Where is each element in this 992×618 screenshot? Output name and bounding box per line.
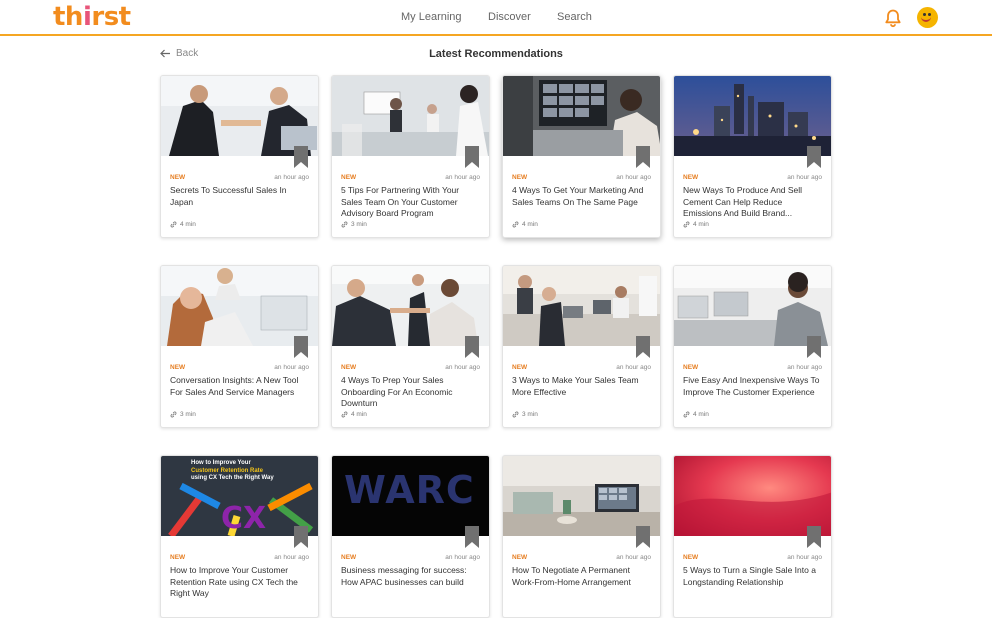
article-card[interactable]: NEW an hour ago 4 Ways To Get Your Market… <box>502 75 661 238</box>
timestamp: an hour ago <box>274 554 309 561</box>
link-icon <box>683 221 690 228</box>
new-badge: NEW <box>683 554 699 561</box>
article-thumbnail: WARC <box>332 456 489 536</box>
article-title: 3 Ways to Make Your Sales Team More Effe… <box>512 375 639 397</box>
new-badge: NEW <box>341 364 357 371</box>
new-badge: NEW <box>683 174 699 181</box>
timestamp: an hour ago <box>616 364 651 371</box>
new-badge: NEW <box>170 364 186 371</box>
new-badge: NEW <box>512 364 528 371</box>
bookmark-icon[interactable] <box>464 336 480 358</box>
read-duration: 3 min <box>512 411 538 418</box>
link-icon <box>512 221 519 228</box>
article-card[interactable]: NEW an hour ago 5 Tips For Partnering Wit… <box>331 75 490 238</box>
new-badge: NEW <box>683 364 699 371</box>
timestamp: an hour ago <box>787 554 822 561</box>
bell-icon[interactable] <box>883 8 903 28</box>
bookmark-icon[interactable] <box>806 526 822 548</box>
page-title: Latest Recommendations <box>429 48 563 60</box>
article-thumbnail <box>161 266 318 346</box>
bookmark-icon[interactable] <box>806 146 822 168</box>
avatar[interactable] <box>917 7 938 28</box>
article-card[interactable]: NEW an hour ago 4 Ways To Prep Your Sales… <box>331 265 490 428</box>
link-icon <box>341 221 348 228</box>
article-title: 5 Tips For Partnering With Your Sales Te… <box>341 185 460 218</box>
read-duration: 3 min <box>170 411 196 418</box>
article-thumbnail <box>674 76 831 156</box>
bookmark-icon[interactable] <box>464 526 480 548</box>
bookmark-icon[interactable] <box>635 336 651 358</box>
timestamp: an hour ago <box>274 364 309 371</box>
new-badge: NEW <box>341 174 357 181</box>
link-icon <box>341 411 348 418</box>
article-card[interactable]: WARC NEW an hour ago Business messaging f… <box>331 455 490 618</box>
thumbnail-caption: How to Improve Your Customer Retention Ra… <box>191 460 274 481</box>
bookmark-icon[interactable] <box>293 146 309 168</box>
article-thumbnail <box>332 266 489 346</box>
article-card[interactable]: CX How to Improve Your Customer Retention… <box>160 455 319 618</box>
article-title: How to Improve Your Customer Retention R… <box>170 565 298 598</box>
warc-logo: WARC <box>344 468 475 512</box>
read-duration: 4 min <box>512 221 538 228</box>
new-badge: NEW <box>512 554 528 561</box>
new-badge: NEW <box>170 174 186 181</box>
link-icon <box>512 411 519 418</box>
timestamp: an hour ago <box>445 174 480 181</box>
article-thumbnail <box>161 76 318 156</box>
article-thumbnail <box>503 456 660 536</box>
bookmark-icon[interactable] <box>293 526 309 548</box>
article-card[interactable]: NEW an hour ago Conversation Insights: A … <box>160 265 319 428</box>
timestamp: an hour ago <box>787 174 822 181</box>
main-nav: My Learning Discover Search <box>0 11 992 27</box>
article-title: 4 Ways To Get Your Marketing And Sales T… <box>512 185 644 207</box>
article-card[interactable]: NEW an hour ago Five Easy And Inexpensive… <box>673 265 832 428</box>
timestamp: an hour ago <box>445 554 480 561</box>
top-bar: thirst My Learning Discover Search <box>0 0 992 36</box>
link-icon <box>683 411 690 418</box>
article-card[interactable]: NEW an hour ago New Ways To Produce And S… <box>673 75 832 238</box>
new-badge: NEW <box>170 554 186 561</box>
bookmark-icon[interactable] <box>635 146 651 168</box>
nav-search[interactable]: Search <box>557 11 592 23</box>
timestamp: an hour ago <box>445 364 480 371</box>
read-duration: 4 min <box>683 411 709 418</box>
new-badge: NEW <box>512 174 528 181</box>
nav-my-learning[interactable]: My Learning <box>401 11 462 23</box>
article-thumbnail <box>503 266 660 346</box>
article-thumbnail <box>674 456 831 536</box>
article-title: Five Easy And Inexpensive Ways To Improv… <box>683 375 820 397</box>
timestamp: an hour ago <box>787 364 822 371</box>
timestamp: an hour ago <box>274 174 309 181</box>
timestamp: an hour ago <box>616 554 651 561</box>
bookmark-icon[interactable] <box>464 146 480 168</box>
link-icon <box>170 411 177 418</box>
read-duration: 4 min <box>170 221 196 228</box>
article-card[interactable]: NEW an hour ago Secrets To Successful Sal… <box>160 75 319 238</box>
read-duration: 4 min <box>683 221 709 228</box>
article-card[interactable]: NEW an hour ago How To Negotiate A Perman… <box>502 455 661 618</box>
article-title: New Ways To Produce And Sell Cement Can … <box>683 185 803 218</box>
svg-text:CX: CX <box>221 501 266 536</box>
bookmark-icon[interactable] <box>293 336 309 358</box>
article-title: Conversation Insights: A New Tool For Sa… <box>170 375 299 397</box>
article-title: 4 Ways To Prep Your Sales Onboarding For… <box>341 375 453 408</box>
article-thumbnail: CX How to Improve Your Customer Retention… <box>161 456 318 536</box>
article-title: Secrets To Successful Sales In Japan <box>170 185 287 207</box>
read-duration: 4 min <box>341 411 367 418</box>
article-thumbnail <box>503 76 660 156</box>
timestamp: an hour ago <box>616 174 651 181</box>
link-icon <box>170 221 177 228</box>
article-card[interactable]: NEW an hour ago 5 Ways to Turn a Single S… <box>673 455 832 618</box>
nav-discover[interactable]: Discover <box>488 11 531 23</box>
article-card[interactable]: NEW an hour ago 3 Ways to Make Your Sales… <box>502 265 661 428</box>
read-duration: 3 min <box>341 221 367 228</box>
bookmark-icon[interactable] <box>635 526 651 548</box>
new-badge: NEW <box>341 554 357 561</box>
article-thumbnail <box>332 76 489 156</box>
article-thumbnail <box>674 266 831 346</box>
bookmark-icon[interactable] <box>806 336 822 358</box>
